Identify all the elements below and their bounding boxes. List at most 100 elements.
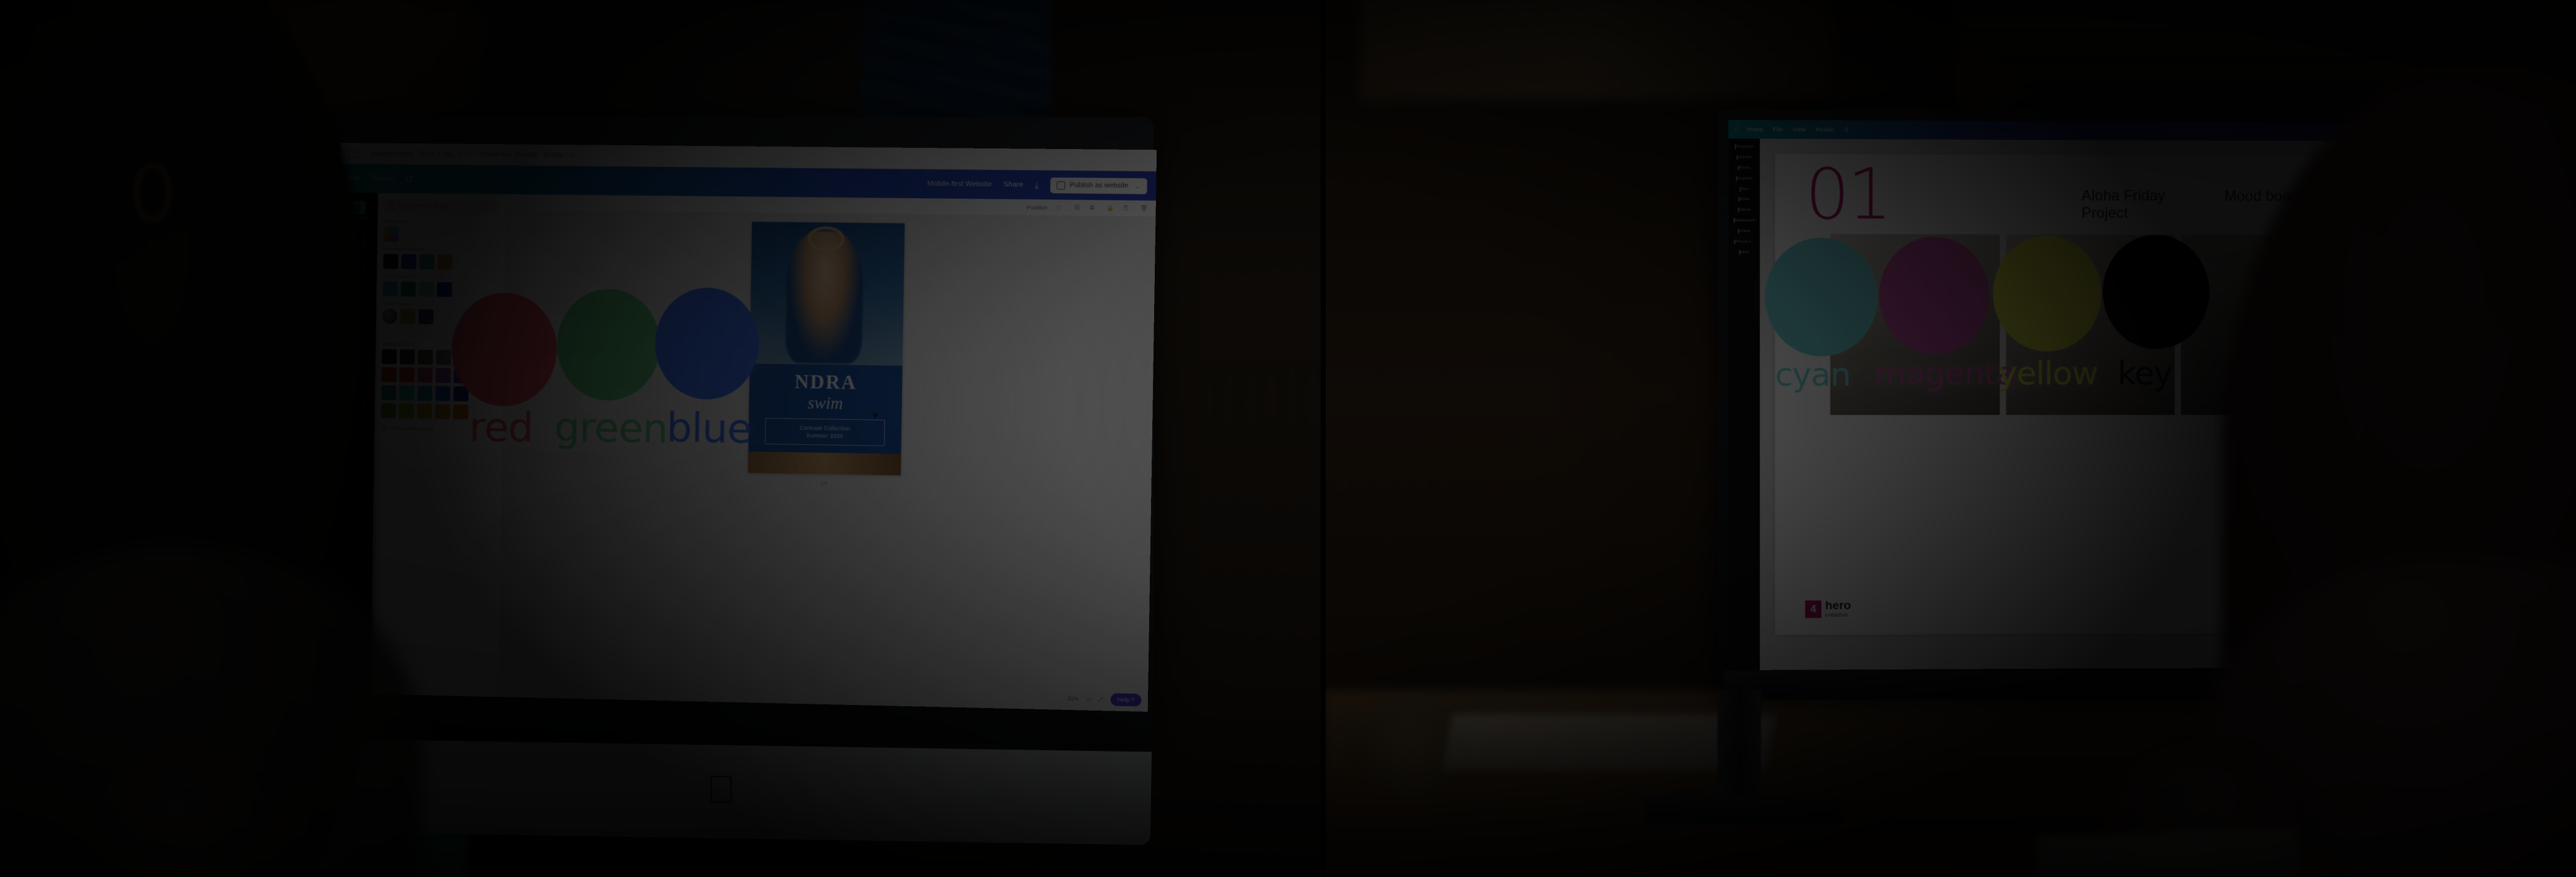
publish-label: Publish as website — [1069, 181, 1129, 190]
poster-caption-line1: Contrast Collection — [799, 424, 850, 432]
tab-label: Mobile-first Website - Mobile — [480, 150, 563, 159]
menu-item-resize[interactable]: Resize — [372, 175, 394, 183]
colour-swatch[interactable] — [417, 385, 433, 401]
colour-swatch[interactable] — [383, 281, 398, 297]
transparency-icon[interactable]: ◻ — [1057, 204, 1065, 211]
colour-swatch[interactable] — [419, 281, 434, 297]
colour-swatch[interactable] — [453, 404, 468, 420]
copy-icon[interactable]: ⎘ — [1124, 204, 1132, 212]
colour-swatch[interactable] — [383, 253, 399, 270]
sidebar-item-styles[interactable]: Styles — [1728, 194, 1760, 204]
sidebar-item-more[interactable]: More — [1728, 247, 1760, 257]
lock-icon[interactable]: 🔒 — [1107, 204, 1115, 212]
colour-swatch[interactable] — [453, 368, 469, 384]
right-wall-art — [1360, 0, 1832, 99]
colour-swatch[interactable] — [382, 308, 398, 324]
duplicate-icon[interactable]: ⧉ — [1090, 204, 1098, 212]
add-another-palette-button[interactable]: Add another palette — [380, 424, 496, 433]
colour-swatch[interactable] — [401, 254, 417, 270]
colour-search-box[interactable] — [384, 198, 500, 214]
colour-swatch[interactable] — [453, 350, 470, 366]
back-icon[interactable]: ‹ — [1735, 125, 1737, 133]
undo-icon[interactable]: ↺ — [406, 173, 414, 184]
default-colour-swatches — [381, 349, 498, 420]
colour-swatch[interactable] — [381, 385, 396, 401]
logo-text: hero creative — [1825, 599, 1851, 619]
canva-body: Templates Uploads Photos — [332, 193, 1156, 712]
poster-caption-box: Contrast Collection Summer 2020 — [765, 417, 885, 447]
colour-swatch[interactable] — [435, 386, 451, 401]
close-icon[interactable]: ✕ — [458, 150, 463, 158]
design-page[interactable]: NDRA swim Contrast Collection Summer 202… — [748, 222, 905, 476]
browser-tab[interactable]: Instagram post - 15cm × 15c ✕ — [366, 147, 468, 160]
slide-logo: 4 hero creative — [1805, 599, 1851, 619]
moodboard-photo[interactable] — [2006, 234, 2175, 416]
browser-tab[interactable]: Mobile-first Website - Mobile ✕ — [476, 148, 578, 161]
section-title-document-colours: Document colours — [383, 245, 424, 252]
download-icon[interactable]: ⤓ — [1035, 179, 1039, 190]
colour-swatch[interactable] — [399, 349, 415, 365]
publish-as-website-button[interactable]: Publish as website ⌄ — [1050, 177, 1147, 194]
colour-swatch[interactable] — [435, 350, 452, 365]
help-button[interactable]: Help ? — [1110, 693, 1142, 707]
sidebar-item-photos[interactable]: Photos — [1728, 162, 1760, 173]
sidebar-item-label: Uploads — [1737, 155, 1752, 160]
brand-colour-swatches — [383, 281, 498, 298]
sidebar-item-all-your-stuff[interactable]: All your s... — [1728, 236, 1760, 247]
poster-caption-line2: Summer 2020 — [806, 432, 844, 440]
colour-swatch[interactable] — [401, 281, 416, 297]
home-icon[interactable] — [348, 148, 358, 158]
link-icon[interactable]: ⛓ — [1073, 204, 1081, 211]
colour-swatch[interactable] — [418, 309, 434, 325]
fullscreen-icon[interactable]: ⤢ — [1099, 696, 1104, 702]
undo-icon[interactable]: ↺ — [1844, 126, 1849, 133]
menu-item-file[interactable]: File — [1773, 126, 1782, 133]
canva-canvas-area[interactable]: Position ◻ ⛓ ⧉ 🔒 ⎘ 🗑 NDRA swim Contrast … — [498, 194, 1156, 712]
colour-swatch[interactable] — [453, 386, 469, 402]
colour-swatch[interactable] — [417, 367, 433, 383]
menu-item-home[interactable]: Home — [1747, 126, 1764, 133]
poster-brand-text: NDRA — [794, 370, 857, 394]
logo-tagline: creative — [1825, 611, 1849, 618]
sidebar-item-charts[interactable]: Charts — [1728, 225, 1760, 236]
display-stand-base — [1646, 795, 1845, 824]
colour-swatch[interactable] — [399, 385, 414, 401]
colour-swatch[interactable] — [437, 254, 453, 270]
sidebar-item-uploads[interactable]: Uploads — [1728, 152, 1760, 162]
colour-swatch[interactable] — [435, 368, 451, 383]
sidebar-item-background[interactable]: Background — [1728, 215, 1760, 225]
chevron-down-icon[interactable]: ⌄ — [1135, 182, 1141, 190]
colour-swatch[interactable] — [381, 403, 396, 419]
sidebar-item-label: Styles — [1739, 198, 1750, 202]
menu-item-resize[interactable]: Resize — [1816, 126, 1834, 133]
colour-swatch[interactable] — [417, 403, 432, 419]
sidebar-item-templates[interactable]: Templates — [1728, 141, 1760, 152]
colour-swatch[interactable] — [400, 309, 416, 324]
sidebar-item-label: More — [1740, 250, 1749, 255]
search-input[interactable] — [398, 202, 496, 210]
colour-swatch[interactable] — [435, 404, 450, 419]
sidebar-item-graphics[interactable]: Graphics — [1728, 173, 1760, 183]
close-icon[interactable]: ✕ — [568, 151, 574, 159]
colour-swatch[interactable] — [383, 226, 399, 242]
colour-swatch[interactable] — [417, 349, 433, 365]
website-icon — [1057, 181, 1065, 189]
colour-swatch[interactable] — [399, 367, 415, 383]
share-button[interactable]: Share — [1003, 181, 1023, 189]
sidebar-item-text[interactable]: Text — [1728, 183, 1760, 194]
page-view-icon[interactable]: ▭ — [1086, 696, 1091, 702]
poster-bottom-strip — [748, 451, 901, 476]
colour-swatch[interactable] — [381, 349, 397, 365]
zoom-level[interactable]: 32% — [1067, 696, 1079, 702]
menu-item-view[interactable]: View — [1793, 126, 1806, 133]
sidebar-item-videos[interactable]: Videos — [1728, 204, 1760, 215]
position-button[interactable]: Position — [1027, 204, 1047, 211]
colour-swatch[interactable] — [381, 367, 397, 383]
moodboard-photo[interactable] — [1830, 234, 2000, 416]
new-colour-swatches — [383, 226, 499, 243]
trash-icon[interactable]: 🗑 — [1140, 204, 1149, 212]
colour-swatch[interactable] — [399, 403, 414, 419]
colour-swatch[interactable] — [437, 281, 452, 298]
colour-swatch[interactable] — [419, 254, 435, 270]
sidebar-item-label: Templates — [1736, 145, 1754, 149]
